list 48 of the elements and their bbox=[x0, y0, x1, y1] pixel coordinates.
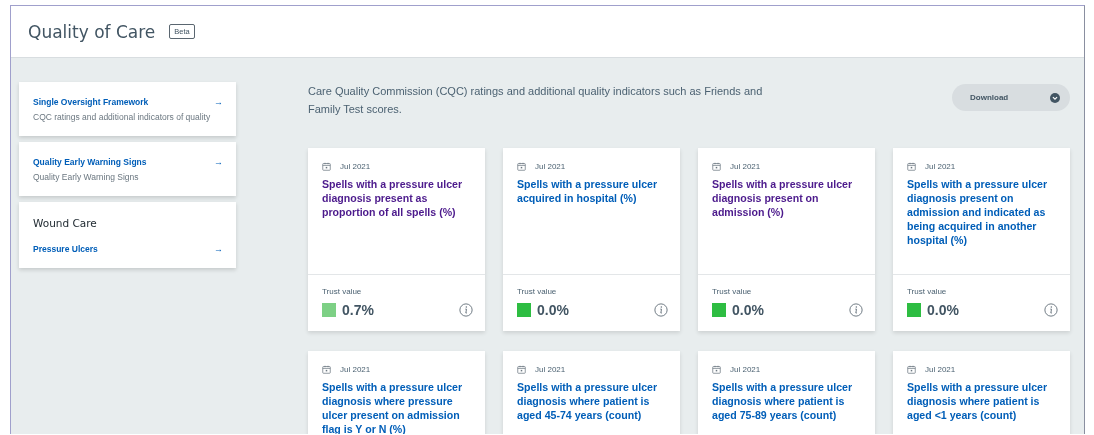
card-title-link[interactable]: Spells with a pressure ulcer diagnosis present on admission and indicated as being acquired in another hospital (%) bbox=[907, 177, 1058, 247]
card-title-link[interactable]: Spells with a pressure ulcer diagnosis where patient is aged 45-74 years (count) bbox=[517, 380, 668, 422]
arrow-icon: → bbox=[214, 97, 223, 107]
trust-value: 0.0% bbox=[732, 302, 765, 318]
info-icon[interactable] bbox=[459, 303, 473, 317]
calendar-icon bbox=[712, 162, 721, 171]
nav-description: CQC ratings and additional indicators of quality bbox=[33, 112, 212, 122]
section-heading: Wound Care bbox=[33, 217, 98, 229]
card-title-link[interactable]: Spells with a pressure ulcer diagnosis where patient is aged <1 years (count) bbox=[907, 380, 1058, 422]
card-date: Jul 2021 bbox=[535, 162, 566, 171]
value-label: Trust value bbox=[712, 287, 753, 296]
nav-link[interactable]: Quality Early Warning Signs bbox=[33, 157, 147, 167]
calendar-icon bbox=[517, 162, 526, 171]
trust-value: 0.0% bbox=[927, 302, 960, 318]
arrow-icon: → bbox=[214, 244, 223, 254]
card-title-link[interactable]: Spells with a pressure ulcer diagnosis present on admission (%) bbox=[712, 177, 863, 219]
calendar-icon bbox=[322, 365, 331, 374]
card-date: Jul 2021 bbox=[730, 365, 761, 374]
chevron-down-icon bbox=[1050, 92, 1060, 103]
arrow-icon: → bbox=[214, 157, 223, 167]
info-icon[interactable] bbox=[849, 303, 863, 317]
card-title-link[interactable]: Spells with a pressure ulcer diagnosis where patient is aged 75-89 years (count) bbox=[712, 380, 863, 422]
value-label: Trust value bbox=[517, 287, 558, 296]
card-date: Jul 2021 bbox=[730, 162, 761, 171]
card-date: Jul 2021 bbox=[340, 365, 371, 374]
card-title-link[interactable]: Spells with a pressure ulcer acquired in hospital (%) bbox=[517, 177, 668, 205]
card-date: Jul 2021 bbox=[535, 365, 566, 374]
trust-value: 0.7% bbox=[342, 302, 375, 318]
calendar-icon bbox=[907, 365, 916, 374]
card-date: Jul 2021 bbox=[340, 162, 371, 171]
calendar-icon bbox=[322, 162, 331, 171]
card-title-link[interactable]: Spells with a pressure ulcer diagnosis present as proportion of all spells (%) bbox=[322, 177, 473, 219]
nav-link[interactable]: Pressure Ulcers bbox=[33, 244, 98, 254]
nav-link[interactable]: Single Oversight Framework bbox=[33, 97, 149, 107]
info-icon[interactable] bbox=[1044, 303, 1058, 317]
trust-value: 0.0% bbox=[537, 302, 570, 318]
calendar-icon bbox=[517, 365, 526, 374]
intro-text: Care Quality Commission (CQC) ratings and additional quality indicators such as Friends and Family Test scores. bbox=[308, 84, 764, 117]
value-label: Trust value bbox=[907, 287, 948, 296]
nav-description: Quality Early Warning Signs bbox=[33, 172, 140, 182]
card-date: Jul 2021 bbox=[925, 162, 956, 171]
page-title: Quality of Care bbox=[28, 21, 156, 42]
card-date: Jul 2021 bbox=[925, 365, 956, 374]
value-label: Trust value bbox=[322, 287, 363, 296]
calendar-icon bbox=[907, 162, 916, 171]
download-button[interactable]: Download bbox=[952, 84, 1070, 111]
calendar-icon bbox=[712, 365, 721, 374]
info-icon[interactable] bbox=[654, 303, 668, 317]
